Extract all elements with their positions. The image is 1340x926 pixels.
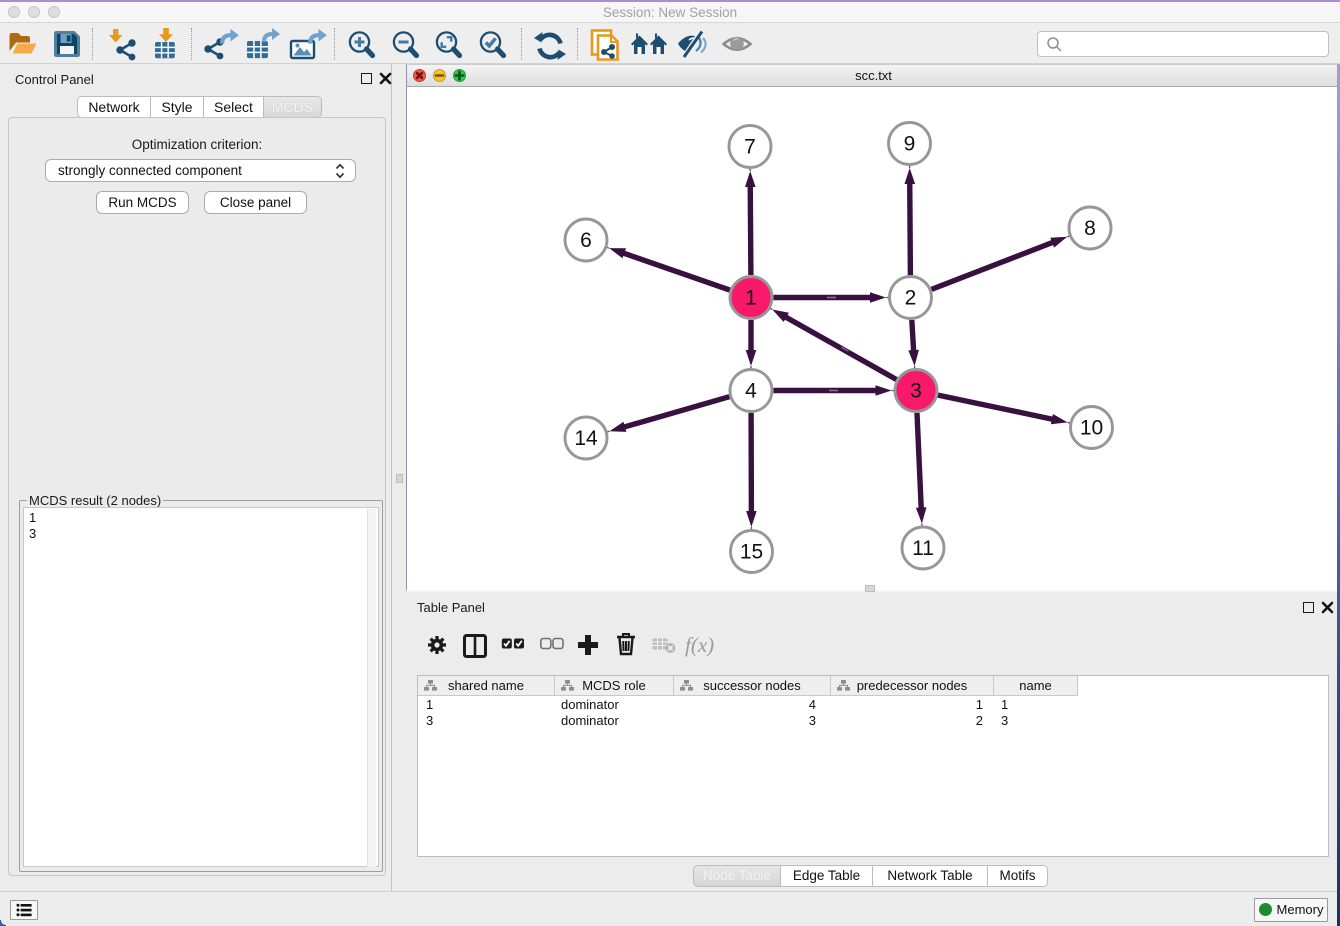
svg-text:11: 11 <box>912 537 934 560</box>
svg-text:14: 14 <box>574 427 598 450</box>
svg-text:2: 2 <box>905 287 917 310</box>
svg-text:6: 6 <box>580 229 592 252</box>
svg-text:1: 1 <box>745 287 757 310</box>
svg-text:8: 8 <box>1084 217 1096 240</box>
svg-text:15: 15 <box>740 541 763 564</box>
svg-text:9: 9 <box>904 133 916 156</box>
svg-text:3: 3 <box>910 380 922 403</box>
svg-text:4: 4 <box>745 380 757 403</box>
svg-text:7: 7 <box>744 136 756 159</box>
svg-text:10: 10 <box>1080 417 1103 440</box>
